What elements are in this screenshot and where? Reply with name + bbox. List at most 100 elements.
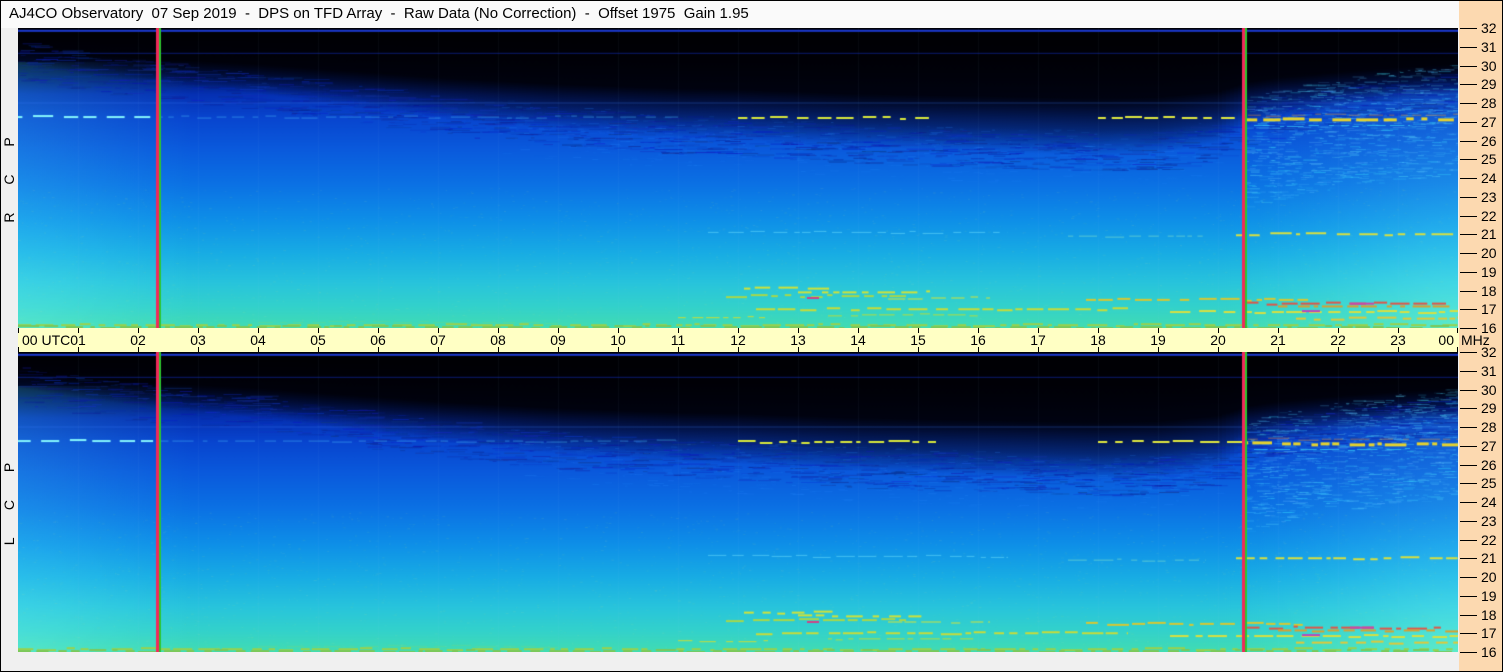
freq-label: 30 — [1481, 382, 1497, 398]
freq-tick — [1460, 446, 1477, 447]
mhz-unit-label: MHz — [1461, 332, 1490, 348]
spectrograph-window: AJ4CO Observatory 07 Sep 2019 - DPS on T… — [0, 0, 1503, 672]
freq-tick — [1460, 352, 1477, 353]
hour-label: 16 — [970, 332, 986, 348]
hour-label: 03 — [190, 332, 206, 348]
freq-tick — [1460, 122, 1477, 123]
freq-label: 20 — [1481, 245, 1497, 261]
freq-tick — [1460, 558, 1477, 559]
hour-label: 06 — [370, 332, 386, 348]
freq-label: 29 — [1481, 400, 1497, 416]
freq-label: 23 — [1481, 513, 1497, 529]
freq-label: 21 — [1481, 550, 1497, 566]
hour-tick — [18, 328, 19, 333]
freq-tick — [1460, 103, 1477, 104]
freq-tick — [1460, 28, 1477, 29]
freq-label: 19 — [1481, 588, 1497, 604]
hour-label: 01 — [70, 332, 86, 348]
freq-label: 22 — [1481, 532, 1497, 548]
freq-label: 26 — [1481, 133, 1497, 149]
time-axis: 00 UTC 01 02 03 04 05 06 07 08 09 10 11 12 13 14 15 16 17… — [18, 328, 1459, 352]
freq-tick — [1460, 577, 1477, 578]
hour-label: 22 — [1330, 332, 1346, 348]
freq-label: 17 — [1481, 301, 1497, 317]
hour-label: 15 — [910, 332, 926, 348]
hour-label: 21 — [1270, 332, 1286, 348]
freq-tick — [1460, 596, 1477, 597]
freq-tick — [1460, 633, 1477, 634]
freq-label: 32 — [1481, 20, 1497, 36]
hour-label: 00 — [1438, 332, 1454, 348]
freq-label: 18 — [1481, 607, 1497, 623]
freq-label: 18 — [1481, 283, 1497, 299]
freq-tick — [1460, 291, 1477, 292]
freq-label: 17 — [1481, 625, 1497, 641]
freq-tick — [1460, 253, 1477, 254]
lcp-axis-label: L C P — [1, 458, 17, 546]
freq-tick — [1460, 540, 1477, 541]
freq-tick — [1460, 652, 1477, 653]
freq-label: 21 — [1481, 226, 1497, 242]
freq-label: 29 — [1481, 76, 1497, 92]
freq-tick — [1460, 234, 1477, 235]
hour-label: 12 — [730, 332, 746, 348]
freq-tick — [1460, 47, 1477, 48]
hour-label: 09 — [550, 332, 566, 348]
freq-tick — [1460, 141, 1477, 142]
hour-label: 07 — [430, 332, 446, 348]
title-bar: AJ4CO Observatory 07 Sep 2019 - DPS on T… — [1, 1, 1459, 28]
rcp-axis-label: R C P — [1, 133, 17, 223]
hour-tick — [1457, 347, 1458, 352]
hour-label: 02 — [130, 332, 146, 348]
hour-label: 18 — [1090, 332, 1106, 348]
freq-label: 31 — [1481, 39, 1497, 55]
hour-label: 14 — [850, 332, 866, 348]
freq-tick — [1460, 371, 1477, 372]
hour-label: 13 — [790, 332, 806, 348]
freq-tick — [1460, 178, 1477, 179]
freq-tick — [1460, 159, 1477, 160]
freq-tick — [1460, 309, 1477, 310]
freq-tick — [1460, 84, 1477, 85]
freq-tick — [1460, 502, 1477, 503]
page-title: AJ4CO Observatory 07 Sep 2019 - DPS on T… — [9, 5, 749, 22]
bottom-margin — [1, 652, 1459, 671]
freq-label: 23 — [1481, 189, 1497, 205]
freq-tick — [1460, 465, 1477, 466]
freq-label: 24 — [1481, 494, 1497, 510]
hour-label: 05 — [310, 332, 326, 348]
freq-label: 24 — [1481, 170, 1497, 186]
freq-label: 26 — [1481, 457, 1497, 473]
freq-tick — [1460, 408, 1477, 409]
freq-tick — [1460, 66, 1477, 67]
hour-label: 10 — [610, 332, 626, 348]
hour-label: 20 — [1210, 332, 1226, 348]
lcp-spectrogram-canvas — [18, 352, 1458, 652]
freq-label: 25 — [1481, 151, 1497, 167]
hour-label: 23 — [1390, 332, 1406, 348]
hour-label: 00 UTC — [22, 332, 71, 348]
hour-label: 04 — [250, 332, 266, 348]
hour-label: 08 — [490, 332, 506, 348]
freq-label: 30 — [1481, 58, 1497, 74]
freq-tick — [1460, 272, 1477, 273]
rcp-spectrogram-canvas — [18, 28, 1458, 328]
freq-label: 25 — [1481, 475, 1497, 491]
freq-label: 22 — [1481, 208, 1497, 224]
freq-tick — [1460, 216, 1477, 217]
lcp-frequency-scale: 32 31 30 29 28 27 26 25 24 23 22 21 20 19 18 17 16 — [1459, 344, 1502, 660]
freq-tick — [1460, 197, 1477, 198]
freq-label: 20 — [1481, 569, 1497, 585]
hour-label: 17 — [1030, 332, 1046, 348]
freq-label: 27 — [1481, 114, 1497, 130]
freq-label: 28 — [1481, 419, 1497, 435]
freq-tick — [1460, 483, 1477, 484]
rcp-spectrogram-panel — [18, 28, 1458, 328]
freq-tick — [1460, 427, 1477, 428]
freq-label: 16 — [1481, 644, 1497, 660]
freq-label: 28 — [1481, 95, 1497, 111]
lcp-spectrogram-panel — [18, 352, 1458, 652]
hour-label: 19 — [1150, 332, 1166, 348]
hour-tick — [18, 347, 19, 352]
freq-label: 31 — [1481, 363, 1497, 379]
